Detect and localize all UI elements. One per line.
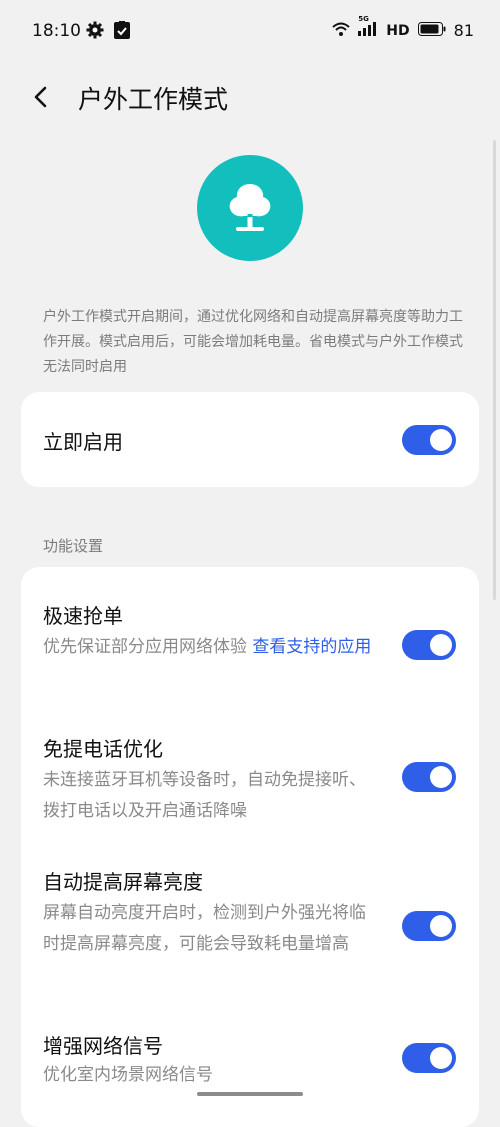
- feature-title: 自动提高屏幕亮度: [43, 870, 203, 894]
- feature-title: 免提电话优化: [43, 737, 163, 761]
- battery-level: 81: [453, 21, 474, 40]
- feature-desc: 优化室内场景网络信号: [43, 1065, 213, 1085]
- status-time: 18:10: [32, 21, 81, 41]
- rapid-order-toggle[interactable]: [402, 630, 456, 660]
- outdoor-mode-hero: [197, 155, 303, 261]
- enable-card: 立即启用: [21, 392, 479, 487]
- feature-desc: 未连接蓝牙耳机等设备时，自动免提接听、拨打电话以及开启通话降噪: [43, 770, 366, 821]
- feature-desc: 优先保证部分应用网络体验 查看支持的应用: [43, 637, 372, 657]
- handsfree-toggle[interactable]: [402, 762, 456, 792]
- intro-text: 户外工作模式开启期间，通过优化网络和自动提高屏幕亮度等助力工作开展。模式启用后，…: [43, 309, 463, 375]
- tree-icon: [229, 184, 271, 231]
- feature-desc: 屏幕自动亮度开启时，检测到户外强光将临时提高屏幕亮度，可能会导致耗电量增高: [43, 903, 366, 954]
- page-title: 户外工作模式: [78, 85, 229, 114]
- chevron-left-icon: [34, 86, 47, 108]
- supported-apps-link[interactable]: 查看支持的应用: [252, 637, 371, 657]
- network-type-label: 5G: [358, 14, 369, 23]
- enable-toggle[interactable]: [402, 425, 456, 455]
- signal-icon: 5G: [358, 15, 378, 40]
- header: 户外工作模式: [0, 70, 500, 126]
- toggle-knob: [430, 766, 452, 788]
- gesture-bar[interactable]: [197, 1092, 303, 1096]
- toggle-knob: [430, 634, 452, 656]
- status-bar: 18:10 5G HD 81: [0, 0, 500, 64]
- hd-badge: HD: [386, 22, 410, 39]
- battery-icon: [417, 21, 446, 40]
- gear-icon: [86, 21, 104, 43]
- enable-label: 立即启用: [43, 430, 123, 454]
- toggle-knob: [430, 429, 452, 451]
- wifi-icon: [332, 22, 350, 40]
- section-label: 功能设置: [43, 537, 104, 555]
- task-icon: [114, 21, 130, 43]
- scrollbar[interactable]: [493, 140, 496, 600]
- feature-title: 增强网络信号: [43, 1034, 163, 1058]
- network-boost-toggle[interactable]: [402, 1043, 456, 1073]
- back-button[interactable]: [26, 82, 56, 112]
- toggle-knob: [430, 1047, 452, 1069]
- features-card: 极速抢单 优先保证部分应用网络体验 查看支持的应用 免提电话优化 未连接蓝牙耳机…: [21, 567, 479, 1127]
- auto-brightness-toggle[interactable]: [402, 911, 456, 941]
- toggle-knob: [430, 915, 452, 937]
- feature-title: 极速抢单: [43, 604, 123, 628]
